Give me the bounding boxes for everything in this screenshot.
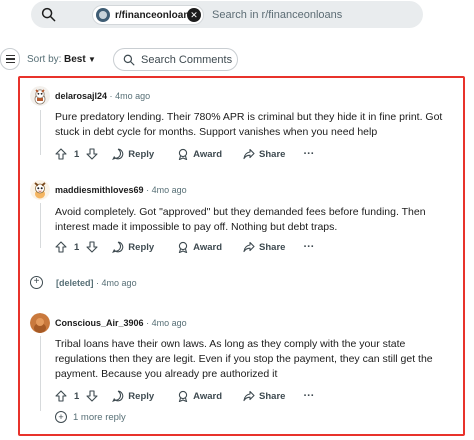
community-chip[interactable]: r/financeonloans ✕ [92,5,204,25]
community-avatar-icon [96,8,110,22]
reply-button[interactable]: Reply [112,148,154,160]
reply-icon [112,241,124,253]
more-options-icon[interactable]: ··· [303,390,314,402]
timestamp: 4mo ago [151,185,187,195]
award-button[interactable]: Award [177,241,222,253]
deleted-comment: + [deleted] · 4mo ago [30,276,137,289]
reply-label: Reply [128,148,155,160]
reply-button[interactable]: Reply [112,241,154,253]
comment-actions: 1 Reply Award Share ··· [55,146,314,162]
downvote-icon[interactable] [86,148,98,160]
reply-icon [112,148,124,160]
more-replies-label: 1 more reply [73,411,126,423]
share-button[interactable]: Share [243,148,285,160]
reply-label: Reply [128,241,155,253]
share-label: Share [259,241,286,253]
username[interactable]: Conscious_Air_3906 [55,318,144,328]
separator: · [109,91,113,101]
snoo-avatar-icon [30,313,50,333]
community-chip-label: r/financeonloans [115,9,196,21]
comment-actions: 1 Reply Award Share ··· [55,388,314,404]
comment-body: Pure predatory lending. Their 780% APR i… [55,111,443,138]
award-icon [178,390,188,402]
expand-icon[interactable]: + [30,276,43,289]
share-icon [243,390,255,402]
award-icon [178,148,188,160]
timestamp: 4mo ago [115,91,151,101]
share-label: Share [259,148,286,160]
close-icon[interactable]: ✕ [187,8,201,22]
snoo-avatar-icon [30,180,50,200]
vote-count: 1 [74,148,80,160]
comment-meta: delarosajl24 · 4mo ago [55,91,150,101]
search-comments-label: Search Comments [141,53,233,66]
timestamp: 4mo ago [151,318,187,328]
search-comments-button[interactable]: Search Comments [113,48,238,71]
upvote-icon[interactable] [55,241,67,253]
separator: · [146,318,150,328]
expand-icon: + [55,411,67,423]
search-icon [41,7,56,22]
vote-count: 1 [74,390,80,402]
snoo-avatar-icon [30,86,50,106]
reply-label: Reply [128,390,155,402]
chevron-down-icon[interactable]: ▼ [88,55,96,64]
separator: · [96,277,100,288]
search-bar[interactable]: r/financeonloans ✕ [31,1,423,28]
comment-body: Avoid completely. Got "approved" but the… [55,206,426,233]
username[interactable]: delarosajl24 [55,91,107,101]
more-options-icon[interactable]: ··· [303,148,314,160]
share-label: Share [259,390,286,402]
award-button[interactable]: Award [177,390,222,402]
thread-line [40,110,41,155]
downvote-icon[interactable] [86,241,98,253]
search-input[interactable] [212,7,412,22]
comment-meta: [deleted] · 4mo ago [56,278,137,288]
downvote-icon[interactable] [86,390,98,402]
award-button[interactable]: Award [177,148,222,160]
avatar[interactable] [30,180,50,200]
separator: · [146,185,150,195]
username[interactable]: maddiesmithloves69 [55,185,144,195]
award-label: Award [193,148,223,160]
menu-icon[interactable] [0,48,20,70]
award-label: Award [193,241,223,253]
award-label: Award [193,390,223,402]
upvote-icon[interactable] [55,148,67,160]
share-button[interactable]: Share [243,241,285,253]
award-icon [178,241,188,253]
reply-icon [112,390,124,402]
avatar[interactable] [30,313,50,333]
vote-count: 1 [74,241,80,253]
thread-line [40,336,41,411]
sort-label: Sort by: [27,54,62,65]
share-icon [243,148,255,160]
more-options-icon[interactable]: ··· [303,241,314,253]
thread-line [40,203,41,248]
search-icon [123,54,135,65]
deleted-label: [deleted] [56,277,94,288]
comment-actions: 1 Reply Award Share ··· [55,239,314,255]
comment-meta: maddiesmithloves69 · 4mo ago [55,185,187,195]
comment-body: Tribal loans have their own laws. As lon… [55,338,433,380]
sort-dropdown[interactable]: Best [64,54,86,65]
more-replies-button[interactable]: + 1 more reply [55,411,126,423]
share-icon [243,241,255,253]
timestamp: 4mo ago [101,277,137,288]
reply-button[interactable]: Reply [112,390,154,402]
upvote-icon[interactable] [55,390,67,402]
comment-meta: Conscious_Air_3906 · 4mo ago [55,318,187,328]
avatar[interactable] [30,86,50,106]
share-button[interactable]: Share [243,390,285,402]
